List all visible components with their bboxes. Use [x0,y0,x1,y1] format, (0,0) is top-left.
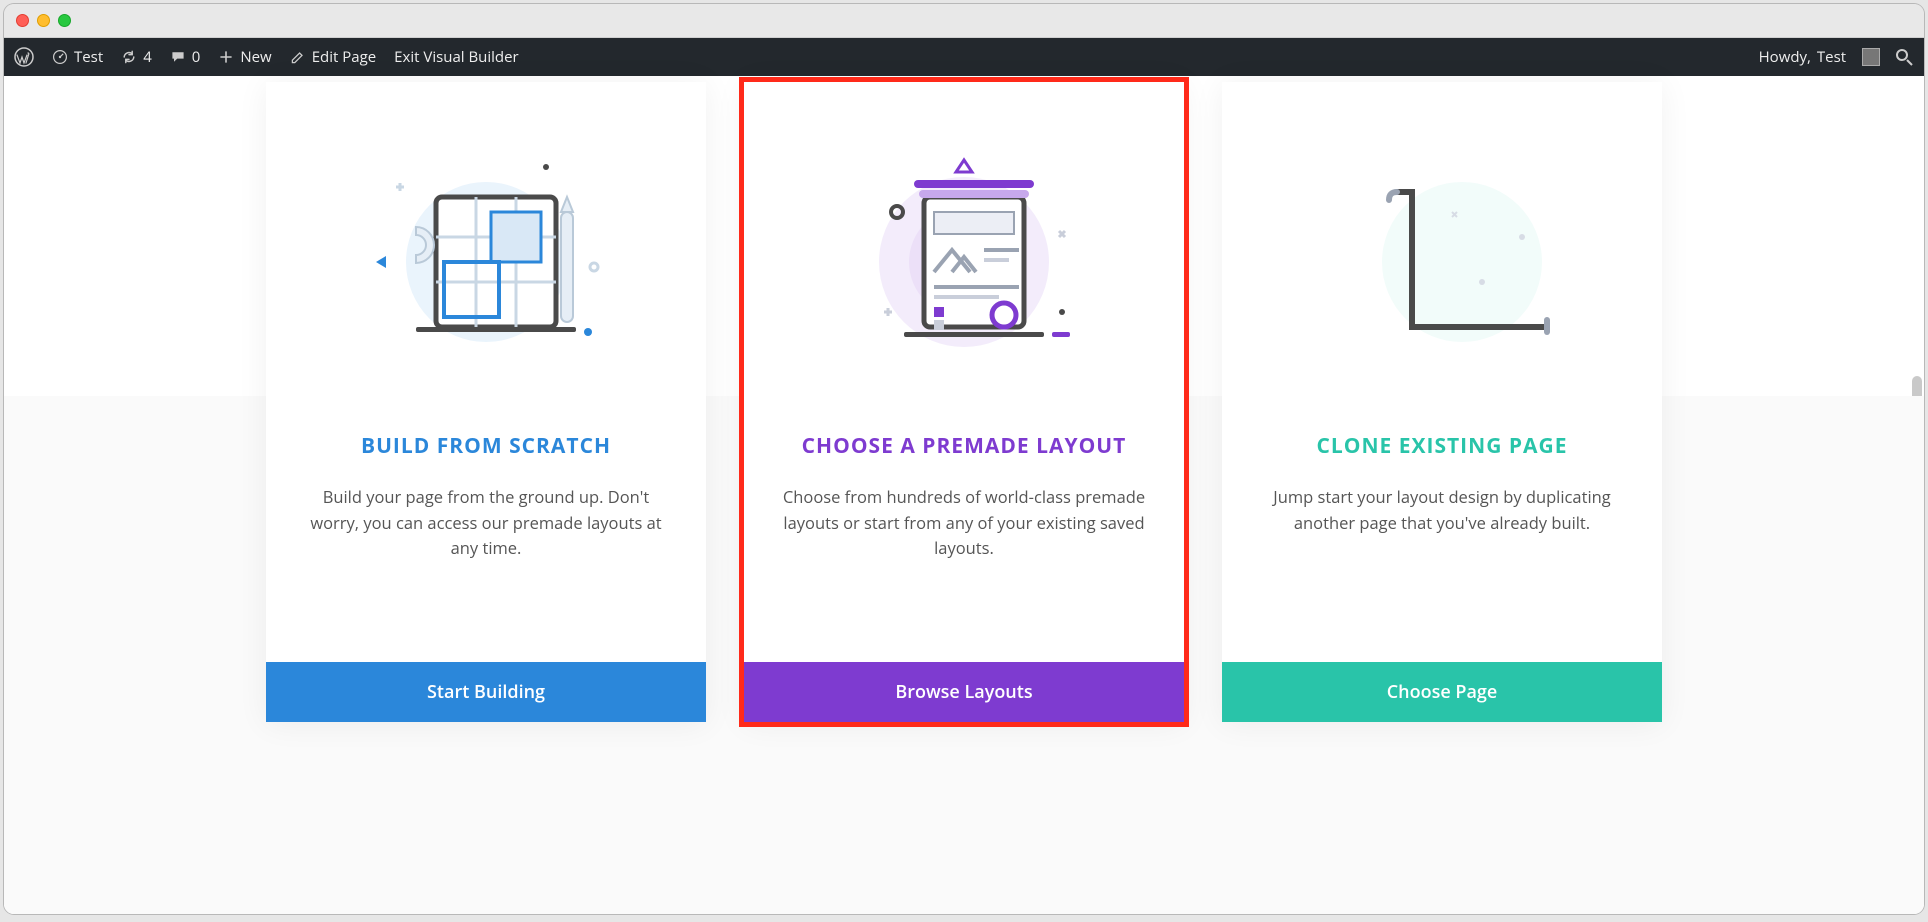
howdy-username: Test [1817,47,1846,67]
card-illustration [744,82,1184,422]
card-premade-layout: Choose A Premade Layout Choose from hund… [744,82,1184,722]
site-name-menu[interactable]: Test [52,47,103,67]
card-title: Clone Existing Page [1222,432,1662,460]
clone-illustration-icon [1312,142,1572,362]
wordpress-logo-menu[interactable] [14,47,34,67]
card-title: Choose A Premade Layout [744,432,1184,460]
card-build-from-scratch: Build From Scratch Build your page from … [266,82,706,722]
close-icon[interactable] [16,14,29,27]
maximize-icon[interactable] [58,14,71,27]
dashboard-icon [52,49,68,65]
search-icon [1894,47,1914,67]
search-toggle[interactable] [1894,47,1914,67]
new-label: New [240,47,271,67]
card-illustration [266,82,706,422]
wp-admin-bar: Test 4 0 New [4,38,1924,76]
scrollbar-thumb[interactable] [1912,376,1922,576]
start-building-button[interactable]: Start Building [266,662,706,722]
comments-icon [170,49,186,65]
browse-layouts-button[interactable]: Browse Layouts [744,662,1184,722]
comments-count: 0 [192,47,201,67]
updates-menu[interactable]: 4 [121,47,152,67]
layout-cards-row: Build From Scratch Build your page from … [266,76,1662,722]
card-description: Choose from hundreds of world-class prem… [744,484,1184,561]
comments-menu[interactable]: 0 [170,47,201,67]
minimize-icon[interactable] [37,14,50,27]
window-controls [16,14,71,27]
exit-builder-label: Exit Visual Builder [394,47,519,67]
pencil-icon [290,49,306,65]
howdy-user-menu[interactable]: Howdy, Test [1759,47,1880,67]
scrollbar-track[interactable] [1912,146,1922,846]
card-description: Jump start your layout design by duplica… [1222,484,1662,535]
plus-icon [218,49,234,65]
card-title: Build From Scratch [266,432,706,460]
choose-page-button[interactable]: Choose Page [1222,662,1662,722]
new-content-menu[interactable]: New [218,47,271,67]
card-description: Build your page from the ground up. Don'… [266,484,706,561]
edit-page-menu[interactable]: Edit Page [290,47,376,67]
window-titlebar [4,4,1924,38]
premade-illustration-icon [834,142,1094,362]
card-clone-page: Clone Existing Page Jump start your layo… [1222,82,1662,722]
updates-count: 4 [143,47,152,67]
updates-icon [121,49,137,65]
avatar [1862,48,1880,66]
howdy-prefix: Howdy, [1759,47,1811,67]
browser-window: Test 4 0 New [4,4,1924,914]
exit-visual-builder[interactable]: Exit Visual Builder [394,47,519,67]
scratch-illustration-icon [356,142,616,362]
site-name-label: Test [74,47,103,67]
edit-page-label: Edit Page [312,47,376,67]
card-illustration [1222,82,1662,422]
page-content: Build From Scratch Build your page from … [4,76,1924,914]
